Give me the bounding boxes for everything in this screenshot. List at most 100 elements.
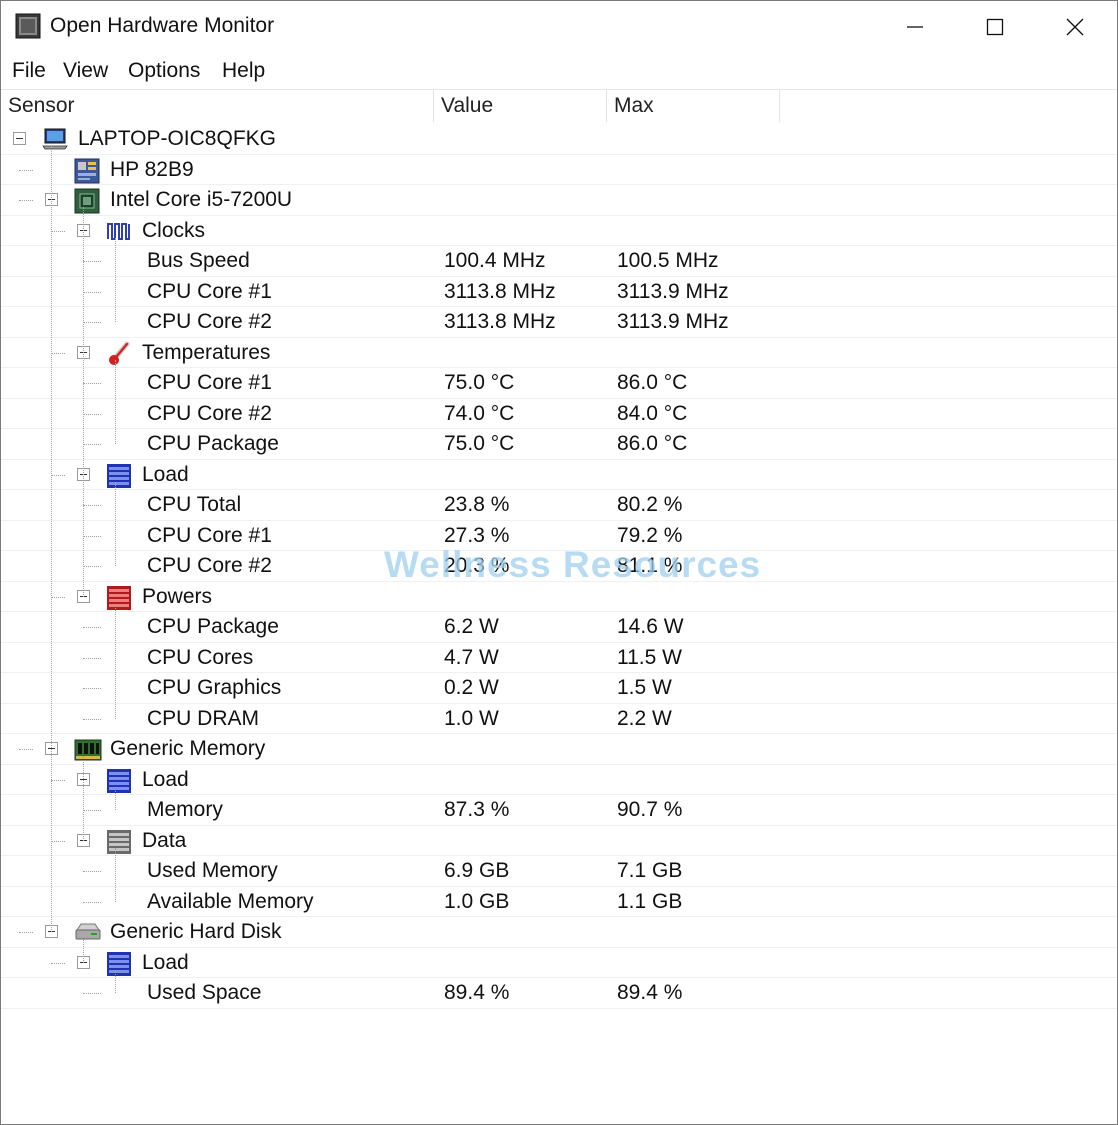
minimize-icon bbox=[907, 26, 923, 28]
app-icon bbox=[15, 13, 41, 39]
sensor-value: 1.0 W bbox=[444, 706, 499, 730]
tree-guide-line bbox=[83, 756, 84, 841]
data-bars-gray-icon bbox=[106, 829, 131, 854]
tree-node-clocks[interactable]: Clocks bbox=[1, 216, 1117, 246]
sensor-max: 3113.9 MHz bbox=[617, 279, 729, 303]
sensor-value: 23.8 % bbox=[444, 493, 510, 516]
menu-file[interactable]: File bbox=[12, 59, 46, 83]
tree-guide-line bbox=[115, 847, 116, 902]
tree-connector bbox=[83, 383, 101, 384]
sensor-max: 1.5 W bbox=[617, 676, 672, 699]
tree-connector bbox=[19, 749, 33, 750]
sensor-row[interactable]: CPU Core #1 27.3 % 79.2 % bbox=[1, 521, 1117, 551]
menu-options[interactable]: Options bbox=[128, 59, 200, 83]
sensor-max: 81.1 % bbox=[617, 554, 683, 577]
tree-connector bbox=[83, 566, 101, 567]
tree-node-intel-core-i5-7200u[interactable]: Intel Core i5-7200U bbox=[1, 185, 1117, 216]
sensor-row[interactable]: CPU Core #2 74.0 °C 84.0 °C bbox=[1, 399, 1117, 429]
sensor-row[interactable]: CPU Package 75.0 °C 86.0 °C bbox=[1, 429, 1117, 460]
sensor-row[interactable]: Memory 87.3 % 90.7 % bbox=[1, 795, 1117, 826]
column-header-sensor[interactable]: Sensor bbox=[1, 90, 434, 122]
sensor-max: 2.2 W bbox=[617, 706, 672, 730]
tree-node-hp-82b9[interactable]: HP 82B9 bbox=[1, 155, 1117, 185]
sensor-row[interactable]: CPU Core #2 3113.8 MHz 3113.9 MHz bbox=[1, 307, 1117, 338]
tree-connector bbox=[51, 779, 65, 781]
tree-connector bbox=[83, 505, 101, 506]
sensor-label: CPU Core #2 bbox=[147, 310, 272, 333]
tree-node-temperatures[interactable]: Temperatures bbox=[1, 338, 1117, 368]
sensor-max: 80.2 % bbox=[617, 493, 683, 516]
tree-connector bbox=[83, 413, 101, 415]
tree-connector bbox=[83, 657, 101, 659]
maximize-button[interactable] bbox=[955, 1, 1035, 53]
sensor-row[interactable]: Bus Speed 100.4 MHz 100.5 MHz bbox=[1, 246, 1117, 277]
sensor-label: CPU Package bbox=[147, 432, 279, 455]
sensor-row[interactable]: Used Space 89.4 % 89.4 % bbox=[1, 978, 1117, 1009]
tree-connector bbox=[19, 932, 33, 933]
sensor-value: 100.4 MHz bbox=[444, 249, 546, 272]
tree-guide-line bbox=[83, 939, 84, 963]
tree-guide-line bbox=[115, 603, 116, 719]
sensor-label: Clocks bbox=[142, 218, 206, 242]
column-header-value[interactable]: Value bbox=[434, 90, 607, 122]
sensor-value: 89.4 % bbox=[444, 981, 510, 1004]
sensor-max: 84.0 °C bbox=[617, 401, 688, 425]
title-bar[interactable]: Open Hardware Monitor bbox=[1, 1, 1117, 53]
sensor-row[interactable]: CPU Cores 4.7 W 11.5 W bbox=[1, 643, 1117, 673]
sensor-row[interactable]: CPU Core #1 3113.8 MHz 3113.9 MHz bbox=[1, 277, 1117, 307]
sensor-row[interactable]: CPU Total 23.8 % 80.2 % bbox=[1, 490, 1117, 521]
menu-view[interactable]: View bbox=[63, 59, 108, 83]
tree-node-data[interactable]: Data bbox=[1, 826, 1117, 856]
sensor-row[interactable]: Available Memory 1.0 GB 1.1 GB bbox=[1, 887, 1117, 917]
sensor-row[interactable]: CPU DRAM 1.0 W 2.2 W bbox=[1, 704, 1117, 734]
tree-node-load[interactable]: Load bbox=[1, 948, 1117, 978]
tree-node-generic-memory[interactable]: Generic Memory bbox=[1, 734, 1117, 765]
sensor-row[interactable]: CPU Package 6.2 W 14.6 W bbox=[1, 612, 1117, 643]
tree-node-load[interactable]: Load bbox=[1, 765, 1117, 795]
maximize-icon bbox=[986, 18, 1004, 36]
sensor-row[interactable]: CPU Core #2 20.3 % 81.1 % bbox=[1, 551, 1117, 582]
tree-connector bbox=[83, 322, 101, 323]
column-header-max[interactable]: Max bbox=[607, 90, 780, 122]
tree-node-laptop-oic8qfkg[interactable]: LAPTOP-OIC8QFKG bbox=[1, 124, 1117, 155]
sensor-label: CPU Package bbox=[147, 615, 279, 638]
sensor-label: CPU Cores bbox=[147, 645, 254, 669]
minimize-button[interactable] bbox=[875, 1, 955, 53]
sensor-label: Load bbox=[142, 462, 189, 486]
sensor-label: CPU Core #1 bbox=[147, 523, 272, 547]
sensor-value: 27.3 % bbox=[444, 523, 510, 547]
menu-help[interactable]: Help bbox=[222, 59, 265, 83]
sensor-row[interactable]: CPU Graphics 0.2 W 1.5 W bbox=[1, 673, 1117, 704]
sensor-value: 75.0 °C bbox=[444, 432, 515, 455]
sensor-label: CPU Core #2 bbox=[147, 554, 272, 577]
tree-guide-line bbox=[115, 237, 116, 322]
sensor-label: HP 82B9 bbox=[110, 157, 194, 181]
sensor-max: 100.5 MHz bbox=[617, 249, 719, 272]
tree-connector bbox=[83, 444, 101, 445]
sensor-value: 74.0 °C bbox=[444, 401, 515, 425]
tree-connector bbox=[51, 230, 65, 232]
load-bars-blue-icon bbox=[106, 951, 131, 976]
tree-guide-line bbox=[115, 359, 116, 444]
collapse-toggle-icon[interactable] bbox=[13, 132, 26, 145]
hard-disk-icon bbox=[74, 920, 101, 944]
sensor-label: CPU Core #1 bbox=[147, 371, 272, 394]
sensor-label: Used Memory bbox=[147, 859, 278, 882]
sensor-row[interactable]: CPU Core #1 75.0 °C 86.0 °C bbox=[1, 368, 1117, 399]
tree-node-load[interactable]: Load bbox=[1, 460, 1117, 490]
tree-connector bbox=[83, 718, 101, 720]
tree-guide-line bbox=[115, 969, 116, 993]
tree-connector bbox=[83, 291, 101, 293]
tree-connector bbox=[83, 627, 101, 628]
close-icon bbox=[1066, 18, 1084, 36]
tree-node-generic-hard-disk[interactable]: Generic Hard Disk bbox=[1, 917, 1117, 948]
sensor-max: 86.0 °C bbox=[617, 371, 688, 394]
tree-connector bbox=[51, 596, 65, 598]
column-header: Sensor Value Max bbox=[1, 89, 1117, 123]
sensor-row[interactable]: Used Memory 6.9 GB 7.1 GB bbox=[1, 856, 1117, 887]
sensor-label: CPU Core #2 bbox=[147, 401, 272, 425]
close-button[interactable] bbox=[1035, 1, 1115, 53]
tree-connector bbox=[83, 535, 101, 537]
tree-node-powers[interactable]: Powers bbox=[1, 582, 1117, 612]
sensor-label: Load bbox=[142, 950, 189, 974]
